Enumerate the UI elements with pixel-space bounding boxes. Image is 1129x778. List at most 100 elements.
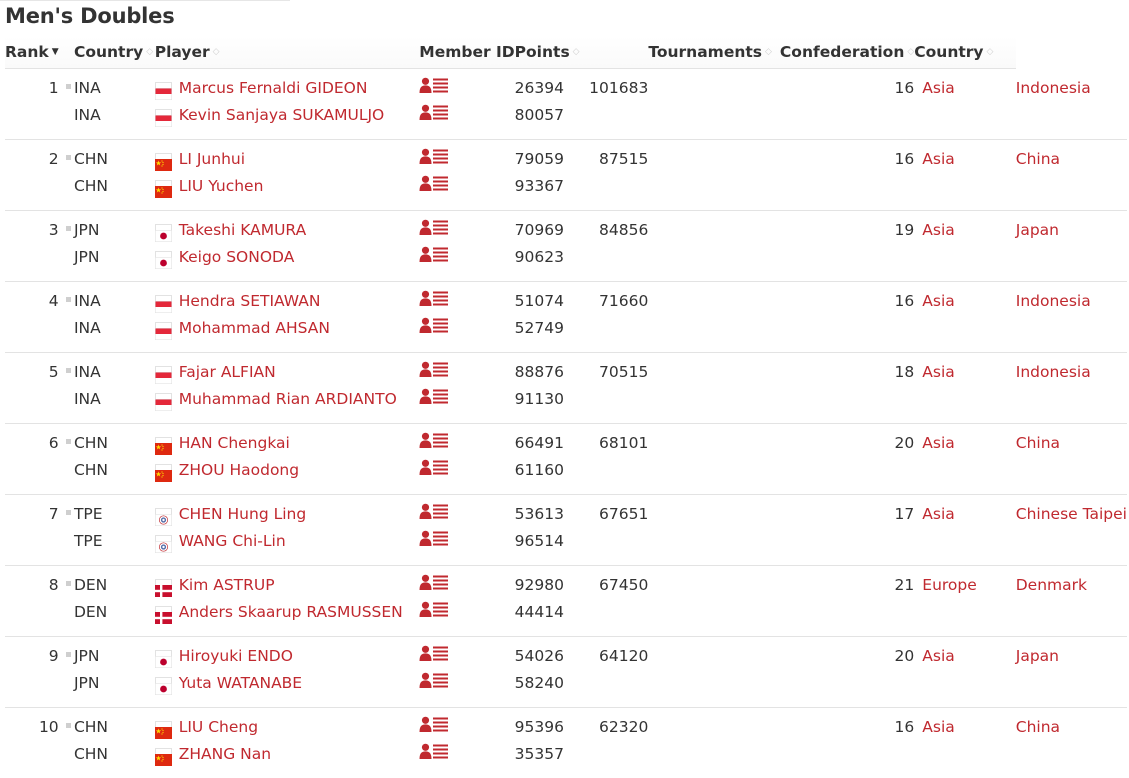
player-profile-icon[interactable] [419,387,449,414]
col-country-header[interactable]: Country◇ [74,36,155,69]
ranking-row: 2CHNCHNLI JunhuiLIU Yuchen79059933678751… [5,140,1127,211]
player-name-link[interactable]: Hendra SETIAWAN [179,292,321,310]
player-profile-icon[interactable] [419,103,449,130]
player-profile-icon[interactable] [419,715,449,742]
member-id: 80057 [515,102,587,129]
player-name-link[interactable]: Fajar ALFIAN [179,363,276,381]
player-profile-icon[interactable] [419,458,449,485]
rank-change-indicator [66,723,71,728]
player-name-link[interactable]: ZHOU Haodong [179,461,299,479]
player-name-link[interactable]: Kim ASTRUP [179,576,275,594]
country-link[interactable]: China [1016,718,1060,736]
confederation-link[interactable]: Asia [922,150,954,168]
country-link[interactable]: China [1016,434,1060,452]
ranking-row: 9JPNJPNHiroyuki ENDOYuta WATANABE5402658… [5,637,1127,708]
player-profile-icon[interactable] [419,431,449,458]
player-name-link[interactable]: WANG Chi-Lin [179,532,286,550]
country-link[interactable]: Japan [1016,221,1059,239]
player-name-link[interactable]: Marcus Fernaldi GIDEON [179,79,368,97]
confederation-link[interactable]: Europe [922,576,977,594]
player-name-link[interactable]: Muhammad Rian ARDIANTO [179,390,397,408]
player-profile-icon[interactable] [419,573,449,600]
player-name-link[interactable]: Anders Skaarup RASMUSSEN [179,603,403,621]
col-player-header[interactable]: Player◇ [155,36,420,69]
player-profile-icon[interactable] [419,218,449,245]
member-id-cell: 7905993367 [515,140,587,211]
ina-flag-icon [155,366,172,378]
country-code: INA [74,75,155,102]
member-id: 70969 [515,217,587,244]
col-confederation-header[interactable]: Confederation◇ [772,36,914,69]
player-name-link[interactable]: LIU Cheng [179,718,258,736]
player-name-link[interactable]: LI Junhui [179,150,245,168]
ranking-row: 3JPNJPNTakeshi KAMURAKeigo SONODA7096990… [5,211,1127,282]
country-link[interactable]: Indonesia [1016,363,1091,381]
confederation-link[interactable]: Asia [922,434,954,452]
chn-flag-icon [155,464,172,476]
country-link[interactable]: Japan [1016,647,1059,665]
profile-cell [419,282,514,353]
player-name-link[interactable]: Hiroyuki ENDO [179,647,293,665]
player-profile-icon[interactable] [419,502,449,529]
country-link[interactable]: China [1016,150,1060,168]
player-profile-icon[interactable] [419,316,449,343]
den-flag-icon [155,606,172,618]
ranking-row: 8DENDENKim ASTRUPAnders Skaarup RASMUSSE… [5,566,1127,637]
player-name-link[interactable]: ZHANG Nan [179,745,271,763]
country-code: INA [74,386,155,413]
col-tournaments-header[interactable]: Tournaments◇ [648,36,772,69]
points-value: 64120 [587,643,649,670]
sort-icon: ◇ [765,47,772,57]
player-profile-icon[interactable] [419,671,449,698]
player-name-link[interactable]: Takeshi KAMURA [179,221,306,239]
confederation-link[interactable]: Asia [922,363,954,381]
member-id-cell: 9539635357 [515,708,587,778]
player-name-link[interactable]: Keigo SONODA [179,248,295,266]
country-link[interactable]: Indonesia [1016,79,1091,97]
player-profile-icon[interactable] [419,529,449,556]
confederation-link[interactable]: Asia [922,647,954,665]
country-code: CHN [74,457,155,484]
player-profile-icon[interactable] [419,174,449,201]
tournaments-value: 16 [772,714,914,741]
player-profile-icon[interactable] [419,289,449,316]
player-profile-icon[interactable] [419,360,449,387]
rank-cell: 3 [5,211,59,282]
player-name-link[interactable]: CHEN Hung Ling [179,505,306,523]
member-id-cell: 2639480057 [515,69,587,140]
tournaments-value: 16 [772,288,914,315]
confederation-link[interactable]: Asia [922,718,954,736]
player-profile-icon[interactable] [419,76,449,103]
player-cell: Hiroyuki ENDO Yuta WATANABE [155,637,420,708]
confederation-link[interactable]: Asia [922,221,954,239]
player-profile-icon[interactable] [419,147,449,174]
country-link[interactable]: Chinese Taipei [1016,505,1127,523]
player-name-link[interactable]: HAN Chengkai [179,434,290,452]
player-profile-icon[interactable] [419,742,449,769]
rank-value: 4 [49,288,59,315]
member-id: 51074 [515,288,587,315]
col-points-header[interactable]: Points◇ [515,36,587,69]
country-link[interactable]: Denmark [1016,576,1087,594]
member-id: 61160 [515,457,587,484]
tournaments-value: 20 [772,430,914,457]
player-name-link[interactable]: Yuta WATANABE [179,674,302,692]
player-profile-icon[interactable] [419,600,449,627]
col-rank-header[interactable]: Rank▼ [5,36,59,69]
confederation-link[interactable]: Asia [922,292,954,310]
player-name-link[interactable]: LIU Yuchen [179,177,264,195]
confederation-link[interactable]: Asia [922,505,954,523]
rank-cell: 10 [5,708,59,778]
tournaments-value: 19 [772,217,914,244]
player-profile-icon[interactable] [419,644,449,671]
chn-flag-icon [155,721,172,733]
col-country-name-header[interactable]: Country◇ [914,36,1015,69]
player-name-link[interactable]: Kevin Sanjaya SUKAMULJO [179,106,385,124]
player-name-link[interactable]: Mohammad AHSAN [179,319,330,337]
member-id: 26394 [515,75,587,102]
player-profile-icon[interactable] [419,245,449,272]
confederation-link[interactable]: Asia [922,79,954,97]
rank-cell: 5 [5,353,59,424]
country-code-cell: INAINA [74,69,155,140]
country-link[interactable]: Indonesia [1016,292,1091,310]
